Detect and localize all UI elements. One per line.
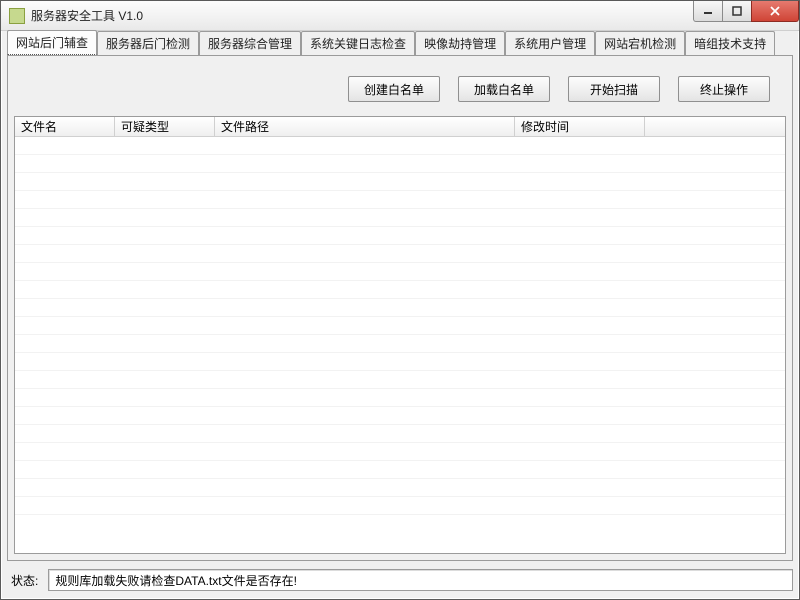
col-tail (645, 117, 785, 136)
col-modified-time[interactable]: 修改时间 (515, 117, 645, 136)
list-row (15, 299, 785, 317)
status-label: 状态: (7, 572, 38, 589)
list-row (15, 155, 785, 173)
status-bar: 状态: 规则库加载失败请检查DATA.txt文件是否存在! (7, 567, 793, 593)
list-row (15, 263, 785, 281)
tab-server-backdoor-detect[interactable]: 服务器后门检测 (97, 31, 199, 55)
list-row (15, 497, 785, 515)
load-whitelist-button[interactable]: 加载白名单 (458, 76, 550, 102)
list-row (15, 137, 785, 155)
app-window: 服务器安全工具 V1.0 网站后门辅查 服务器后门检测 服务器综合管理 系统关键… (0, 0, 800, 600)
window-controls (694, 1, 799, 22)
list-row (15, 479, 785, 497)
tab-tech-support[interactable]: 暗组技术支持 (685, 31, 775, 55)
window-title: 服务器安全工具 V1.0 (31, 7, 143, 24)
list-row (15, 227, 785, 245)
minimize-button[interactable] (693, 1, 723, 22)
tab-strip: 网站后门辅查 服务器后门检测 服务器综合管理 系统关键日志检查 映像劫持管理 系… (1, 31, 799, 55)
list-row (15, 407, 785, 425)
tab-system-users[interactable]: 系统用户管理 (505, 31, 595, 55)
start-scan-button[interactable]: 开始扫描 (568, 76, 660, 102)
list-row (15, 389, 785, 407)
toolbar: 创建白名单 加载白名单 开始扫描 终止操作 (14, 62, 786, 116)
list-row (15, 281, 785, 299)
col-file-name[interactable]: 文件名 (15, 117, 115, 136)
tab-image-hijack[interactable]: 映像劫持管理 (415, 31, 505, 55)
maximize-icon (732, 6, 742, 16)
list-row (15, 317, 785, 335)
titlebar[interactable]: 服务器安全工具 V1.0 (1, 1, 799, 31)
list-row (15, 425, 785, 443)
tab-website-backdoor-aux[interactable]: 网站后门辅查 (7, 30, 97, 55)
list-row (15, 443, 785, 461)
results-listview[interactable]: 文件名 可疑类型 文件路径 修改时间 (14, 116, 786, 554)
col-file-path[interactable]: 文件路径 (215, 117, 515, 136)
col-suspect-type[interactable]: 可疑类型 (115, 117, 215, 136)
list-row (15, 209, 785, 227)
status-message: 规则库加载失败请检查DATA.txt文件是否存在! (55, 572, 297, 589)
create-whitelist-button[interactable]: 创建白名单 (348, 76, 440, 102)
close-button[interactable] (751, 1, 799, 22)
tab-system-log-check[interactable]: 系统关键日志检查 (301, 31, 415, 55)
status-message-box: 规则库加载失败请检查DATA.txt文件是否存在! (48, 569, 793, 591)
tab-site-downtime[interactable]: 网站宕机检测 (595, 31, 685, 55)
minimize-icon (703, 6, 713, 16)
list-row (15, 461, 785, 479)
tab-panel: 创建白名单 加载白名单 开始扫描 终止操作 文件名 可疑类型 文件路径 修改时间 (7, 55, 793, 561)
list-row (15, 245, 785, 263)
tab-server-manage[interactable]: 服务器综合管理 (199, 31, 301, 55)
listview-body (15, 137, 785, 553)
list-row (15, 371, 785, 389)
listview-header: 文件名 可疑类型 文件路径 修改时间 (15, 117, 785, 137)
list-row (15, 173, 785, 191)
app-icon (9, 8, 25, 24)
list-row (15, 191, 785, 209)
stop-operation-button[interactable]: 终止操作 (678, 76, 770, 102)
list-row (15, 353, 785, 371)
close-icon (769, 6, 781, 16)
list-row (15, 335, 785, 353)
maximize-button[interactable] (722, 1, 752, 22)
